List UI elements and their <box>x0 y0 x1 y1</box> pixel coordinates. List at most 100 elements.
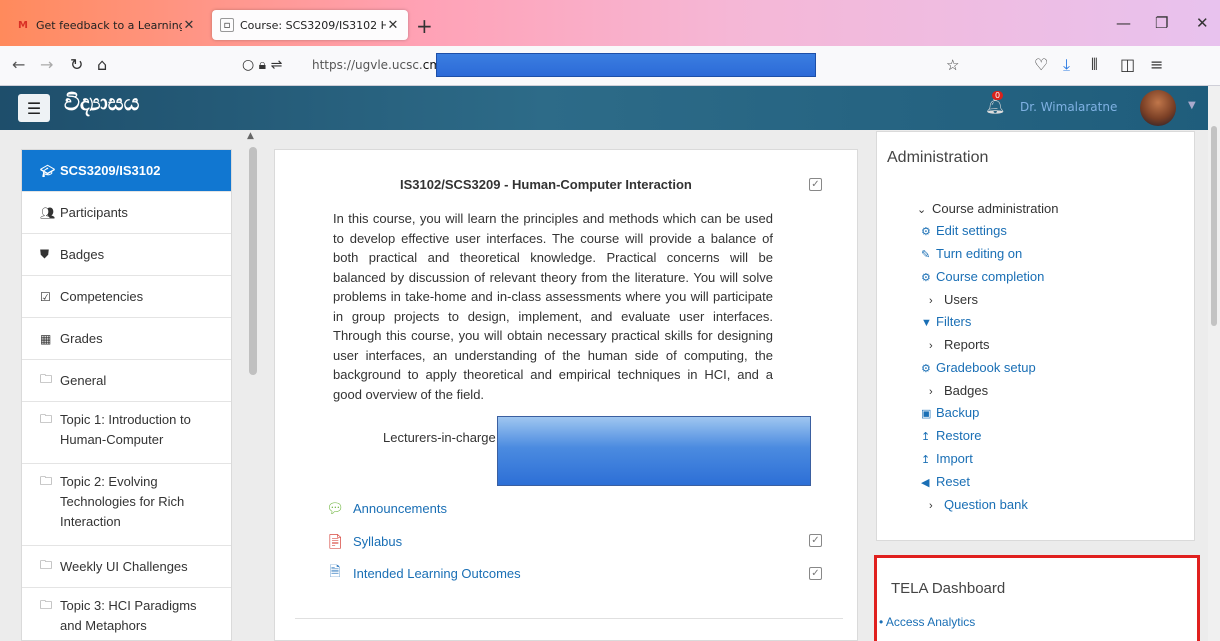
scroll-up-arrow-icon[interactable]: ▲ <box>247 131 254 141</box>
sidebar-icon[interactable]: ◫ <box>1120 55 1135 74</box>
restore-icon: ↥ <box>921 431 931 443</box>
tree-restore[interactable]: ↥ Restore <box>921 428 982 443</box>
shield-icon: ⛊ <box>40 247 50 261</box>
tree-backup[interactable]: ▣ Backup <box>921 405 979 420</box>
gear-icon: ⚙ <box>921 363 931 375</box>
nav-item-competencies[interactable]: ☑ Competencies <box>22 276 231 318</box>
redacted-region <box>497 416 811 486</box>
nav-item-label: SCS3209/IS3102 <box>60 162 161 178</box>
tree-badges[interactable]: › Badges <box>929 383 988 398</box>
chevron-down-icon[interactable]: ▼ <box>1188 100 1196 111</box>
nav-item-label: Topic 2: Evolving Technologies for Rich … <box>60 474 185 529</box>
completion-checkbox[interactable]: ✓ <box>809 178 822 191</box>
section-divider <box>295 618 843 619</box>
browser-toolbar: ← → ↻ ⌂ ○ 🔒︎ ⇌ https://ugvle.ucsc.cmb.a … <box>0 46 1220 86</box>
nav-item-label: Topic 1: Introduction to Human-Computer <box>60 412 191 447</box>
scrollbar-thumb[interactable] <box>249 147 257 375</box>
pocket-icon[interactable]: ♡ <box>1034 55 1048 74</box>
scrollbar-thumb[interactable] <box>1211 126 1217 326</box>
browser-tab-feedback[interactable]: M Get feedback to a Learning Ana ✕ <box>8 10 204 40</box>
close-tab-icon[interactable]: ✕ <box>386 18 400 33</box>
forward-arrow-icon[interactable]: → <box>40 55 53 74</box>
hamburger-menu-button[interactable]: ☰ <box>18 94 50 122</box>
nav-item-participants[interactable]: 👥︎ Participants <box>22 192 231 234</box>
gear-icon: ⚙ <box>921 272 931 284</box>
activity-link[interactable]: Announcements <box>353 501 447 516</box>
nav-item-label: Badges <box>60 246 105 262</box>
users-icon: 👥︎ <box>40 205 56 220</box>
tab-title: Get feedback to a Learning Ana <box>36 18 182 32</box>
home-icon[interactable]: ⌂ <box>97 55 107 74</box>
activity-announcements[interactable]: 💬︎ Announcements <box>325 499 447 517</box>
nav-item-general[interactable]: 🗀 General <box>22 360 231 402</box>
site-header: ☰ විද්‍යාසය 🔔︎ 0 Dr. Wimalaratne ▼ <box>0 86 1208 130</box>
tree-turn-editing-on[interactable]: ✎ Turn editing on <box>921 246 1022 261</box>
arrow-left-icon: ◀ <box>921 477 930 489</box>
back-arrow-icon[interactable]: ← <box>12 55 25 74</box>
administration-block: Administration ⌄ Course administration ⚙ E… <box>876 131 1195 541</box>
filter-icon: ▼ <box>921 317 932 329</box>
reload-icon[interactable]: ↻ <box>70 55 83 74</box>
tree-reports[interactable]: › Reports <box>929 337 990 352</box>
tree-filters[interactable]: ▼ Filters <box>921 314 971 329</box>
nav-item-badges[interactable]: ⛊ Badges <box>22 234 231 276</box>
completion-checkbox[interactable]: ✓ <box>809 534 822 547</box>
avatar[interactable] <box>1140 90 1176 126</box>
nav-item-label: Weekly UI Challenges <box>60 558 188 574</box>
tree-gradebook-setup[interactable]: ⚙ Gradebook setup <box>921 360 1036 375</box>
import-icon: ↥ <box>921 454 931 466</box>
course-content: IS3102/SCS3209 - Human-Computer Interact… <box>274 149 858 641</box>
browser-tab-course[interactable]: ▫ Course: SCS3209/IS3102 Human ✕ <box>212 10 408 40</box>
activity-syllabus[interactable]: 📄︎ Syllabus <box>325 532 402 550</box>
chevron-right-icon: › <box>929 295 933 307</box>
folder-icon: 🗀 <box>40 474 53 488</box>
close-window-button[interactable]: ✕ <box>1196 14 1209 32</box>
gmail-icon: M <box>18 19 28 31</box>
folder-icon: 🗀 <box>40 558 53 572</box>
nav-item-topic-1[interactable]: 🗀 Topic 1: Introduction to Human-Compute… <box>22 402 231 464</box>
tree-course-administration[interactable]: ⌄ Course administration <box>917 201 1058 216</box>
user-name[interactable]: Dr. Wimalaratne <box>1020 100 1117 114</box>
tree-question-bank[interactable]: › Question bank <box>929 497 1028 512</box>
graduation-cap-icon: 🎓︎ <box>40 163 56 178</box>
close-tab-icon[interactable]: ✕ <box>182 18 196 33</box>
page-scrollbar[interactable] <box>1208 86 1220 641</box>
folder-icon: 🗀 <box>40 598 53 612</box>
course-nav-drawer: 🎓︎ SCS3209/IS3102 👥︎ Participants ⛊ Badg… <box>21 149 232 641</box>
tree-users[interactable]: › Users <box>929 292 978 307</box>
folder-icon: 🗀 <box>40 372 53 386</box>
tab-title: Course: SCS3209/IS3102 Human <box>240 18 386 32</box>
block-title: TELA Dashboard <box>891 580 1006 597</box>
nav-item-label: Participants <box>60 204 128 220</box>
url-bar[interactable]: ○ 🔒︎ ⇌ https://ugvle.ucsc.cmb.a ☆ <box>234 52 962 80</box>
nav-item-weekly-ui-challenges[interactable]: 🗀 Weekly UI Challenges <box>22 546 231 588</box>
tree-edit-settings[interactable]: ⚙ Edit settings <box>921 223 1007 238</box>
drawer-scrollbar[interactable]: ▲ <box>246 131 258 641</box>
site-logo[interactable]: විද්‍යාසය <box>64 90 174 126</box>
redacted-region <box>436 53 816 77</box>
nav-item-topic-3[interactable]: 🗀 Topic 3: HCI Paradigms and Metaphors <box>22 588 231 641</box>
table-icon: ▦ <box>40 331 52 346</box>
nav-item-topic-2[interactable]: 🗀 Topic 2: Evolving Technologies for Ric… <box>22 464 231 546</box>
library-icon[interactable]: ⫴ <box>1091 55 1098 75</box>
restore-button[interactable]: ❐ <box>1155 14 1168 32</box>
tree-course-completion[interactable]: ⚙ Course completion <box>921 269 1044 284</box>
bookmark-star-icon[interactable]: ☆ <box>946 56 959 74</box>
completion-checkbox[interactable]: ✓ <box>809 567 822 580</box>
activity-link[interactable]: Syllabus <box>353 534 402 549</box>
activity-link[interactable]: Intended Learning Outcomes <box>353 566 521 581</box>
nav-item-label: Grades <box>60 330 103 346</box>
tree-reset[interactable]: ◀ Reset <box>921 474 970 489</box>
tree-import[interactable]: ↥ Import <box>921 451 973 466</box>
menu-icon[interactable]: ≡ <box>1150 55 1163 74</box>
minimize-button[interactable]: — <box>1116 14 1131 32</box>
notification-count-badge: 0 <box>992 91 1004 100</box>
access-analytics-link[interactable]: • Access Analytics <box>879 615 975 629</box>
gear-icon: ⚙ <box>921 226 931 238</box>
new-tab-button[interactable]: + <box>416 14 433 38</box>
download-icon[interactable]: ⤓ <box>1063 55 1070 75</box>
nav-item-course-home[interactable]: 🎓︎ SCS3209/IS3102 <box>22 150 231 192</box>
nav-item-grades[interactable]: ▦ Grades <box>22 318 231 360</box>
block-title: Administration <box>887 149 989 166</box>
activity-intended-learning-outcomes[interactable]: 🗎 Intended Learning Outcomes <box>325 563 521 582</box>
